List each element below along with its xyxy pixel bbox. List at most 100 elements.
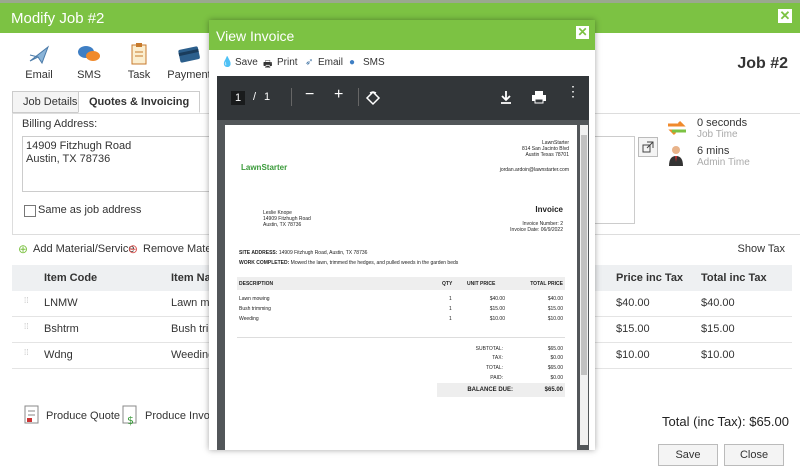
email-button[interactable]: Email (318, 57, 343, 68)
row-price: $15.00 (616, 323, 650, 335)
clipboard-icon (131, 43, 147, 65)
pdf-scrollbar[interactable] (580, 125, 588, 445)
col-item-code[interactable]: Item Code (44, 272, 97, 284)
email-label: Email (25, 69, 53, 81)
doc-logo: LawnStarter (241, 163, 288, 172)
job-time-value: 0 seconds (697, 117, 748, 129)
same-as-job-checkbox[interactable] (24, 205, 36, 217)
download-icon[interactable] (499, 90, 513, 104)
job-address-field[interactable] (594, 136, 635, 224)
invoice-titlebar: View Invoice ✕ (209, 20, 595, 50)
pdf-page-area[interactable]: LawnStarter 814 San Jacinto Blvd Austin … (217, 120, 589, 450)
view-invoice-dialog: View Invoice ✕ 💧 Save 🖶 Print ➶ Email ● … (209, 20, 595, 450)
plus-circle-icon: ⊕ (18, 242, 29, 256)
row-total: $10.00 (701, 349, 735, 361)
open-external-icon[interactable] (638, 137, 658, 157)
doc-paid-label: PAID: (490, 375, 503, 381)
save-button[interactable]: Save (235, 57, 258, 68)
doc-client-address2: Austin, TX 78736 (263, 222, 302, 228)
row-total: $15.00 (701, 323, 735, 335)
add-material-button[interactable]: Add Material/Service (33, 243, 135, 255)
scrollbar-thumb[interactable] (581, 135, 587, 375)
doc-subtotal: $65.00 (547, 346, 563, 352)
printer-icon: 🖶 (263, 59, 273, 70)
same-as-job-label: Same as job address (38, 204, 142, 216)
doc-site-label: SITE ADDRESS: (239, 250, 278, 256)
row-price: $10.00 (616, 349, 650, 361)
billing-address-line1: 14909 Fitzhugh Road (26, 140, 132, 152)
tab-quotes-invoicing[interactable]: Quotes & Invoicing (78, 91, 201, 113)
save-button[interactable]: Save (658, 444, 718, 466)
print-icon[interactable] (531, 90, 547, 104)
tab-job-details[interactable]: Job Details (12, 91, 89, 113)
doc-balance-label: BALANCE DUE: (467, 387, 513, 393)
doc-col-unit: UNIT PRICE (467, 281, 496, 287)
doc-invoice-heading: Invoice (535, 205, 563, 214)
close-icon[interactable]: ✕ (778, 9, 792, 23)
doc-tax: $0.00 (550, 355, 563, 361)
zoom-out-icon[interactable]: − (305, 86, 314, 104)
doc-site-value: 14909 Fitzhugh Road, Austin, TX 78736 (278, 250, 368, 256)
quote-document-icon (24, 405, 39, 424)
sms-label: SMS (77, 69, 101, 81)
doc-col-total: TOTAL PRICE (530, 281, 563, 287)
doc-line-qty: 1 (449, 296, 452, 302)
doc-line-desc: Weeding (239, 316, 259, 322)
doc-line-qty: 1 (449, 316, 452, 322)
total-inc-tax: Total (inc Tax): $65.00 (662, 414, 789, 429)
chat-bubbles-icon: ● (349, 57, 356, 68)
doc-line-total: $10.00 (547, 316, 563, 322)
row-code: Wdng (44, 349, 73, 361)
invoice-dialog-title: View Invoice (216, 28, 295, 44)
col-total-inc-tax[interactable]: Total inc Tax (701, 272, 767, 284)
doc-line-unit: $10.00 (489, 316, 505, 322)
email-icon: ➶ (305, 57, 314, 68)
drag-handle-icon[interactable]: ⁞⁞ (24, 297, 30, 308)
drag-handle-icon[interactable]: ⁞⁞ (24, 349, 30, 360)
print-button[interactable]: Print (277, 57, 298, 68)
doc-tax-label: TAX: (492, 355, 503, 361)
zoom-in-icon[interactable]: + (334, 86, 343, 104)
admin-time: 6 mins Admin Time (697, 145, 750, 168)
doc-total-label: TOTAL: (485, 365, 503, 371)
credit-card-icon (178, 46, 200, 63)
doc-paid: $0.00 (550, 375, 563, 381)
doc-col-qty: QTY (442, 281, 453, 287)
close-button[interactable]: Close (724, 444, 784, 466)
payment-label: Payment (167, 69, 211, 81)
col-item-name[interactable]: Item Na (171, 272, 211, 284)
produce-quote-button[interactable]: Produce Quote (46, 410, 120, 422)
doc-line-total: $15.00 (547, 306, 563, 312)
doc-col-desc: DESCRIPTION (239, 281, 274, 287)
sms-button[interactable]: SMS (363, 57, 385, 68)
show-tax-toggle[interactable]: Show Tax (738, 243, 786, 255)
row-price: $40.00 (616, 297, 650, 309)
row-name: Bush trir (171, 323, 212, 335)
col-price-inc-tax[interactable]: Price inc Tax (616, 272, 683, 284)
admin-time-label: Admin Time (697, 157, 750, 168)
rotate-icon[interactable] (365, 90, 381, 106)
save-icon: 💧 (221, 57, 234, 68)
job-time-label: Job Time (697, 129, 738, 140)
pdf-viewer-toolbar: 1 / 1 − + ⋮ (217, 76, 589, 120)
more-options-icon[interactable]: ⋮ (566, 84, 580, 98)
admin-person-icon (669, 146, 683, 166)
svg-text:$: $ (127, 414, 134, 427)
billing-address-field[interactable]: 14909 Fitzhugh Road Austin, TX 78736 (22, 136, 212, 192)
row-total: $40.00 (701, 297, 735, 309)
page-number-input[interactable]: 1 (231, 91, 246, 105)
invoice-dollar-icon: $ (122, 405, 137, 427)
divider (358, 88, 359, 106)
chat-bubbles-icon (78, 46, 100, 61)
billing-address-label: Billing Address: (22, 118, 98, 130)
admin-time-value: 6 mins (697, 145, 730, 157)
doc-company-address2: Austin Texas 78701 (525, 152, 569, 158)
doc-line-desc: Lawn mowing (239, 296, 270, 302)
doc-line-total: $40.00 (547, 296, 563, 302)
doc-line-desc: Bush trimming (239, 306, 271, 312)
dialog-title: Modify Job #2 (11, 10, 105, 27)
doc-work-value: Mowed the lawn, trimmed the hedges, and … (290, 260, 459, 266)
drag-handle-icon[interactable]: ⁞⁞ (24, 323, 30, 334)
close-icon[interactable]: ✕ (576, 26, 589, 39)
doc-balance: $65.00 (544, 387, 563, 393)
